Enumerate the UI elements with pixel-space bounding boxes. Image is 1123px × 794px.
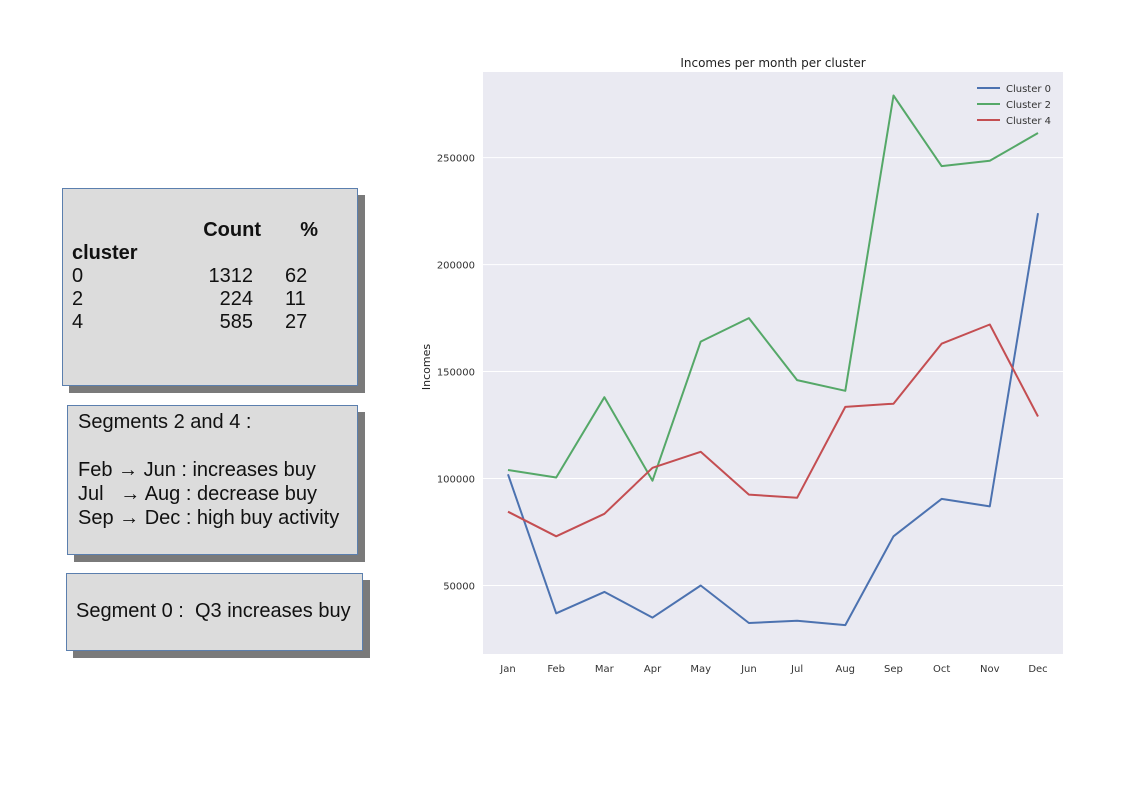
- x-tick-label: Dec: [1028, 664, 1047, 675]
- x-tick-label: Apr: [644, 664, 662, 675]
- y-tick-label: 200000: [437, 261, 475, 272]
- x-tick-label: May: [690, 664, 711, 675]
- x-tick-label: Jan: [499, 664, 515, 675]
- income-line-chart: Jan Feb Mar Apr May Jun Jul Aug Sep Oct Nov Dec 500…: [420, 56, 1063, 675]
- y-tick-label: 150000: [437, 368, 475, 379]
- y-tick-label: 250000: [437, 154, 475, 165]
- x-tick-labels: Jan Feb Mar Apr May Jun Jul Aug Sep Oct Nov Dec: [499, 664, 1047, 675]
- y-axis-label: Incomes: [420, 344, 433, 390]
- x-tick-label: Nov: [980, 664, 1000, 675]
- y-tick-label: 50000: [443, 582, 475, 593]
- y-tick-label: 100000: [437, 475, 475, 486]
- x-tick-label: Aug: [836, 664, 856, 675]
- legend-label: Cluster 0: [1006, 84, 1051, 95]
- legend-label: Cluster 4: [1006, 116, 1051, 127]
- x-tick-label: Sep: [884, 664, 903, 675]
- y-tick-labels: 50000 100000 150000 200000 250000: [437, 154, 475, 593]
- x-tick-label: Feb: [547, 664, 565, 675]
- x-tick-label: Mar: [595, 664, 615, 675]
- x-tick-label: Oct: [933, 664, 950, 675]
- x-tick-label: Jun: [740, 664, 757, 675]
- x-tick-label: Jul: [790, 664, 803, 675]
- plot-area: [483, 72, 1063, 654]
- legend-label: Cluster 2: [1006, 100, 1051, 111]
- chart-title: Incomes per month per cluster: [680, 56, 865, 70]
